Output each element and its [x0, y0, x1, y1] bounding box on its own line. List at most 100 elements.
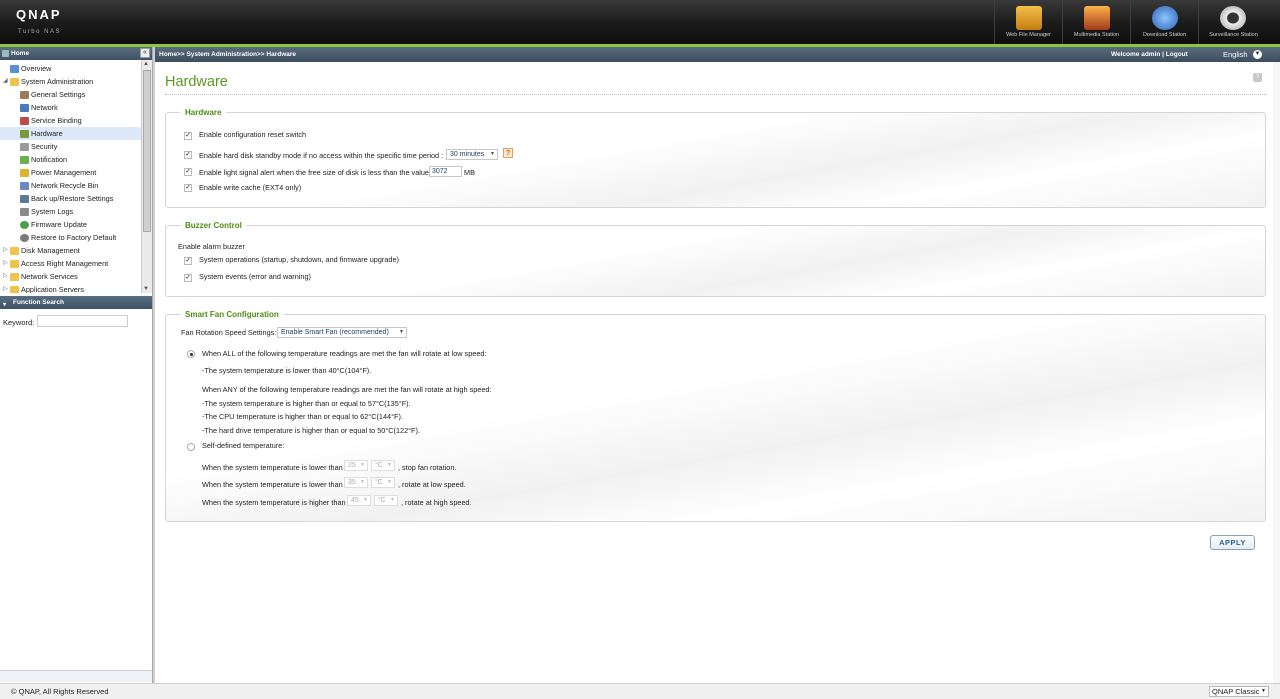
web-file-manager-button[interactable]: Web File Manager	[994, 0, 1062, 44]
sidebar-item-label: Power Management	[31, 168, 97, 177]
help-icon[interactable]: ?	[1253, 73, 1262, 82]
system-operations-checkbox[interactable]: ✓	[184, 257, 192, 265]
sidebar-item-disk-management[interactable]: ▷ Disk Management	[0, 244, 141, 257]
high-temp-value: 45	[351, 497, 359, 504]
expand-arrow-icon[interactable]: ▷	[3, 270, 8, 283]
standby-checkbox[interactable]: ✓	[184, 151, 192, 159]
all-rule-item: -The system temperature is lower than 40…	[202, 366, 372, 375]
sidebar-item-network[interactable]: Network	[0, 101, 141, 114]
scroll-up-icon[interactable]: ▲	[143, 61, 149, 67]
sidebar-item-label: Application Servers	[21, 285, 84, 293]
sidebar-item-system-logs[interactable]: System Logs	[0, 205, 141, 218]
stop-temp-select[interactable]: 25 ▼	[344, 460, 368, 471]
notification-icon	[20, 156, 29, 164]
recycle-bin-icon	[20, 182, 29, 190]
sidebar-item-access-right-management[interactable]: ▷ Access Right Management	[0, 257, 141, 270]
sidebar-item-security[interactable]: Security	[0, 140, 141, 153]
sidebar-item-notification[interactable]: Notification	[0, 153, 141, 166]
sidebar-item-restore-factory-default[interactable]: Restore to Factory Default	[0, 231, 141, 244]
scroll-down-icon[interactable]: ▼	[143, 286, 149, 292]
download-station-icon	[1152, 6, 1178, 30]
navigation-tree: Overview ◢ System Administration General…	[0, 60, 141, 293]
sidebar-item-application-servers[interactable]: ▷ Application Servers	[0, 283, 141, 293]
standby-period-select[interactable]: 30 minutes ▼	[446, 149, 498, 160]
light-alert-value-input[interactable]: 3072	[429, 166, 462, 177]
sidebar-item-network-services[interactable]: ▷ Network Services	[0, 270, 141, 283]
sidebar-item-service-binding[interactable]: Service Binding	[0, 114, 141, 127]
reset-switch-checkbox[interactable]: ✓	[184, 132, 192, 140]
any-rule-text: When ANY of the following temperature re…	[202, 385, 492, 394]
sidebar-item-label: Network Recycle Bin	[31, 181, 99, 190]
fan-speed-label: Fan Rotation Speed Settings:	[181, 328, 277, 337]
any-rule-item: -The system temperature is higher than o…	[202, 399, 411, 408]
keyword-search-input[interactable]	[37, 315, 128, 327]
collapse-sidebar-button[interactable]: «	[140, 48, 150, 58]
collapse-icon: ▾	[3, 302, 7, 308]
expand-arrow-icon[interactable]: ▷	[3, 283, 8, 293]
welcome-logout-link[interactable]: Welcome admin | Logout	[1111, 47, 1188, 62]
apply-button[interactable]: APPLY	[1210, 535, 1255, 550]
theme-select[interactable]: QNAP Classic ▼	[1209, 686, 1269, 697]
app-label: Download Station	[1142, 32, 1187, 38]
low-unit-select[interactable]: °C ▼	[371, 477, 395, 488]
firmware-icon	[20, 221, 29, 229]
sidebar-scrollbar[interactable]: ▲ ▼	[141, 60, 152, 293]
stop-rotation-text: When the system temperature is lower tha…	[202, 463, 343, 472]
function-search-header[interactable]: ▾ Function Search	[0, 296, 152, 309]
write-cache-checkbox[interactable]: ✓	[184, 184, 192, 192]
sidebar-item-network-recycle-bin[interactable]: Network Recycle Bin	[0, 179, 141, 192]
sidebar-item-label: Network Services	[21, 272, 78, 281]
multimedia-station-button[interactable]: Multimedia Station	[1062, 0, 1130, 44]
language-selector[interactable]: English	[1223, 47, 1248, 62]
hardware-legend: Hardware	[180, 107, 227, 119]
high-temp-select[interactable]: 45 ▼	[347, 495, 371, 506]
chevron-down-icon[interactable]: ▼	[1253, 50, 1262, 59]
sidebar-item-general-settings[interactable]: General Settings	[0, 88, 141, 101]
sidebar-item-label: Disk Management	[21, 246, 80, 255]
chevron-down-icon: ▼	[360, 462, 365, 468]
folder-icon	[10, 273, 19, 281]
content-scrollbar[interactable]	[1273, 62, 1280, 683]
high-unit-value: °C	[378, 497, 386, 504]
expand-arrow-icon[interactable]: ▷	[3, 257, 8, 270]
self-defined-radio[interactable]	[187, 443, 195, 451]
low-temp-select[interactable]: 35 ▼	[344, 477, 368, 488]
hardware-panel: Hardware ✓ Enable configuration reset sw…	[165, 107, 1266, 208]
hardware-icon	[20, 130, 29, 138]
expand-arrow-icon[interactable]: ◢	[3, 75, 8, 88]
high-speed-text: When the system temperature is higher th…	[202, 498, 346, 507]
buzzer-legend: Buzzer Control	[180, 220, 247, 232]
scrollbar-thumb[interactable]	[143, 70, 151, 232]
light-alert-unit: MB	[464, 168, 475, 177]
restore-icon	[20, 234, 29, 242]
alarm-buzzer-label: Enable alarm buzzer	[178, 242, 245, 251]
stop-unit-select[interactable]: °C ▼	[371, 460, 395, 471]
smart-fan-default-radio[interactable]	[187, 350, 195, 358]
sidebar-bottom-bar	[0, 670, 152, 682]
sidebar-item-backup-restore[interactable]: Back up/Restore Settings	[0, 192, 141, 205]
panel-splitter[interactable]	[152, 47, 155, 683]
sidebar-item-overview[interactable]: Overview	[0, 62, 141, 75]
folder-icon	[10, 286, 19, 293]
download-station-button[interactable]: Download Station	[1130, 0, 1198, 44]
light-alert-label: Enable light signal alert when the free …	[199, 168, 432, 177]
sidebar-item-firmware-update[interactable]: Firmware Update	[0, 218, 141, 231]
app-label: Surveillance Station	[1209, 32, 1258, 38]
any-rule-item: -The CPU temperature is higher than or e…	[202, 412, 403, 421]
expand-arrow-icon[interactable]: ▷	[3, 244, 8, 257]
low-speed-text: When the system temperature is lower tha…	[202, 480, 343, 489]
fan-speed-select[interactable]: Enable Smart Fan (recommended) ▼	[277, 327, 407, 338]
system-events-checkbox[interactable]: ✓	[184, 274, 192, 282]
folder-open-icon	[10, 78, 19, 86]
sidebar-item-system-administration[interactable]: ◢ System Administration	[0, 75, 141, 88]
surveillance-station-button[interactable]: Surveillance Station	[1198, 0, 1268, 44]
question-icon[interactable]: ?	[503, 148, 513, 158]
sidebar-home-header[interactable]: Home	[0, 47, 152, 60]
sidebar-item-hardware[interactable]: Hardware	[0, 127, 141, 140]
light-alert-checkbox[interactable]: ✓	[184, 168, 192, 176]
high-unit-select[interactable]: °C ▼	[374, 495, 398, 506]
stop-rotation-suffix: , stop fan rotation.	[398, 463, 457, 472]
breadcrumb[interactable]: Home>> System Administration>> Hardware	[159, 47, 296, 62]
sidebar-item-power-management[interactable]: Power Management	[0, 166, 141, 179]
page-title: Hardware	[165, 74, 228, 90]
